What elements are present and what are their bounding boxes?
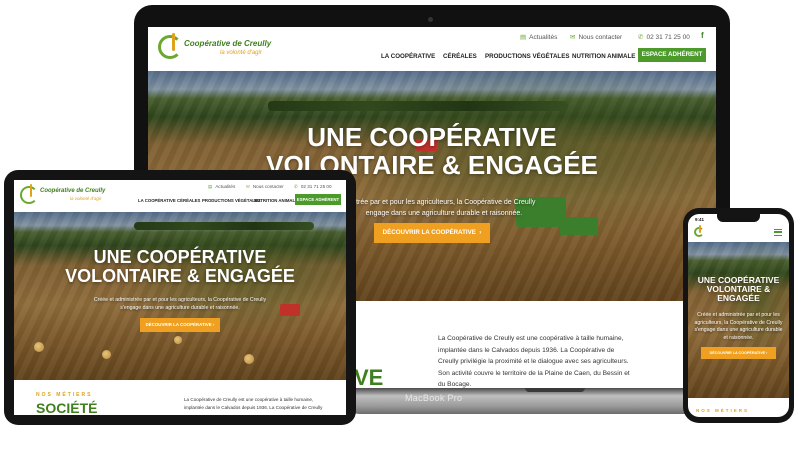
section-kicker: NOS MÉTIERS bbox=[36, 392, 93, 398]
hero-title: UNE COOPÉRATIVE VOLONTAIRE & ENGAGÉE bbox=[65, 247, 295, 287]
logo-mark-icon bbox=[158, 35, 182, 59]
util-link-contact[interactable]: ✉ Nous contacter bbox=[570, 33, 622, 41]
about-paragraph: La Coopérative de Creully est une coopér… bbox=[438, 335, 630, 389]
nav-item-productions[interactable]: PRODUCTIONS VÉGÉTALES bbox=[202, 198, 261, 203]
phone-notch bbox=[717, 214, 760, 222]
tablet-header: Coopérative de Creully la volonté d'agir… bbox=[14, 180, 346, 210]
mail-icon: ✉ bbox=[570, 34, 576, 41]
espace-adherent-button[interactable]: ESPACE ADHÉRENT bbox=[638, 48, 706, 62]
phone-icon: ✆ bbox=[638, 34, 644, 41]
phone-icon: ✆ bbox=[294, 184, 298, 189]
chevron-right-icon: › bbox=[212, 322, 215, 327]
section-heading: SOCIÉTÉ bbox=[36, 400, 98, 415]
laptop-header: Coopérative de Creully la volonté d'agir… bbox=[148, 27, 716, 69]
phone-screen: 9:41 UNE COOPÉRATIVE VOLONTAIRE & ENGAGÉ… bbox=[688, 214, 789, 417]
nav-item-nutrition[interactable]: NUTRITION ANIMALE bbox=[572, 53, 635, 60]
nav-item-cooperative[interactable]: LA COOPÉRATIVE bbox=[138, 198, 176, 203]
hero-title: UNE COOPÉRATIVE VOLONTAIRE & ENGAGÉE bbox=[697, 275, 780, 304]
phone-hero-image: UNE COOPÉRATIVE VOLONTAIRE & ENGAGÉE Cré… bbox=[688, 242, 789, 398]
hero-subtitle: Créée et administrée par et pour les agr… bbox=[694, 312, 783, 341]
nav-item-cereales[interactable]: CÉRÉALES bbox=[177, 198, 200, 203]
tablet-device: Coopérative de Creully la volonté d'agir… bbox=[4, 170, 356, 425]
discover-button[interactable]: DÉCOUVRIR LA COOPÉRATIVE › bbox=[701, 347, 776, 359]
util-link-phone[interactable]: ✆ 02 31 71 25 00 bbox=[294, 184, 332, 190]
laptop-brand-label: MacBook Pro bbox=[405, 393, 463, 403]
wheat-icon bbox=[172, 33, 175, 51]
logo-tagline: la volonté d'agir bbox=[70, 196, 102, 201]
phone-device: 9:41 UNE COOPÉRATIVE VOLONTAIRE & ENGAGÉ… bbox=[683, 208, 794, 423]
logo[interactable]: Coopérative de Creully la volonté d'agir bbox=[20, 184, 112, 206]
logo-mark-icon bbox=[20, 186, 38, 204]
newspaper-icon: ▤ bbox=[520, 34, 527, 41]
espace-adherent-button[interactable]: ESPACE ADHÉRENT bbox=[295, 194, 341, 205]
util-link-news[interactable]: ▤ Actualités bbox=[208, 184, 235, 190]
hamburger-menu-icon[interactable] bbox=[774, 229, 782, 236]
newspaper-icon: ▤ bbox=[208, 184, 213, 189]
phone-header bbox=[688, 224, 789, 242]
hero-subtitle: strée par et pour les agriculteurs, la C… bbox=[352, 199, 536, 217]
facebook-icon[interactable]: f bbox=[701, 31, 704, 40]
mail-icon: ✉ bbox=[246, 184, 250, 189]
discover-button[interactable]: DÉCOUVRIR LA COOPÉRATIVE › bbox=[374, 223, 490, 243]
nav-item-cereales[interactable]: CÉRÉALES bbox=[443, 53, 477, 60]
chevron-right-icon: › bbox=[766, 351, 768, 355]
about-paragraph: La Coopérative de Creully est une coopér… bbox=[184, 397, 323, 410]
camera-icon bbox=[428, 17, 433, 22]
nav-item-productions[interactable]: PRODUCTIONS VÉGÉTALES bbox=[485, 53, 569, 60]
logo-name: Coopérative de Creully bbox=[40, 188, 106, 194]
phone-status-time: 9:41 bbox=[695, 217, 705, 222]
chevron-right-icon: › bbox=[479, 229, 482, 236]
logo-name: Coopérative de Creully bbox=[184, 39, 272, 48]
logo-tagline: la volonté d'agir bbox=[220, 50, 262, 56]
device-mockup-stage: Coopérative de Creully la volonté d'agir… bbox=[0, 0, 800, 450]
tablet-screen: Coopérative de Creully la volonté d'agir… bbox=[14, 180, 346, 415]
section-kicker: NOS MÉTIERS bbox=[696, 408, 750, 413]
discover-button[interactable]: DÉCOUVRIR LA COOPÉRATIVE › bbox=[140, 318, 220, 332]
wheat-icon bbox=[30, 184, 32, 197]
util-link-news[interactable]: ▤ Actualités bbox=[520, 33, 557, 41]
hero-subtitle: Créée et administrée par et pour les agr… bbox=[93, 297, 267, 311]
tablet-hero-image: UNE COOPÉRATIVE VOLONTAIRE & ENGAGÉE Cré… bbox=[14, 212, 346, 380]
logo[interactable]: Coopérative de Creully la volonté d'agir bbox=[158, 33, 272, 63]
nav-item-nutrition[interactable]: NUTRITION ANIMALE bbox=[254, 198, 298, 203]
wheat-icon bbox=[699, 225, 701, 233]
util-link-phone[interactable]: ✆ 02 31 71 25 00 bbox=[638, 33, 690, 41]
util-link-contact[interactable]: ✉ Nous contacter bbox=[246, 184, 284, 190]
nav-item-cooperative[interactable]: LA COOPÉRATIVE bbox=[381, 53, 435, 60]
